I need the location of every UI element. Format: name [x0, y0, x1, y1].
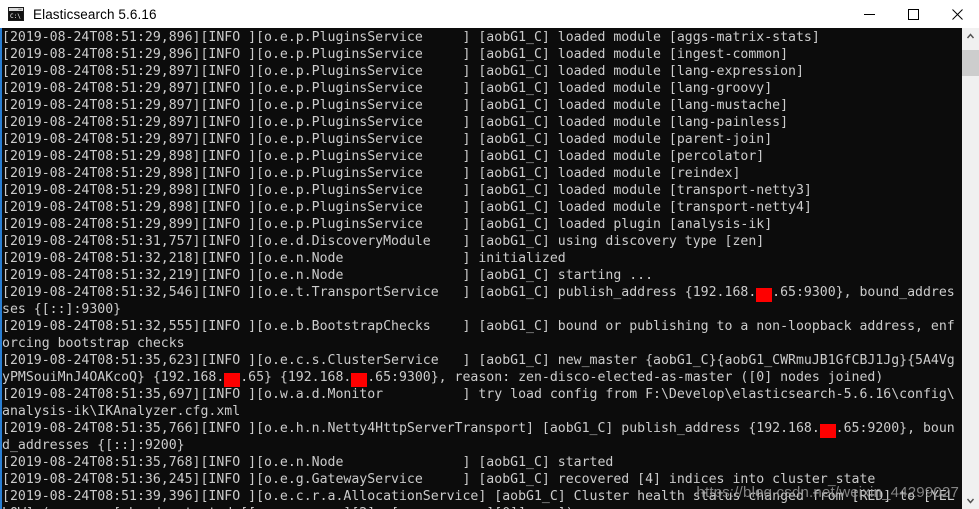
terminal-line: [2019-08-24T08:51:32,218][INFO ][o.e.n.N… [2, 250, 962, 267]
terminal-line: [2019-08-24T08:51:29,896][INFO ][o.e.p.P… [2, 29, 962, 46]
terminal-line: LOW] (reason: [shards started [[ ][2], [… [2, 505, 962, 509]
terminal-text: [2019-08-24T08:51:35,768][INFO ][o.e.n.N… [2, 455, 614, 470]
scrollbar-thumb[interactable] [962, 50, 979, 76]
titlebar-left-group: C:\ Elasticsearch 5.6.16 [0, 6, 847, 22]
terminal-text: [2019-08-24T08:51:35,766][INFO ][o.e.h.n… [2, 421, 820, 436]
terminal-line: [2019-08-24T08:51:29,897][INFO ][o.e.p.P… [2, 63, 962, 80]
close-icon [951, 8, 963, 20]
terminal-line: [2019-08-24T08:51:29,899][INFO ][o.e.p.P… [2, 216, 962, 233]
maximize-button[interactable] [891, 0, 935, 28]
terminal-line: [2019-08-24T08:51:31,757][INFO ][o.e.d.D… [2, 233, 962, 250]
terminal-line: [2019-08-24T08:51:29,896][INFO ][o.e.p.P… [2, 46, 962, 63]
terminal-text: [2019-08-24T08:51:32,219][INFO ][o.e.n.N… [2, 268, 654, 283]
terminal-line: [2019-08-24T08:51:35,697][INFO ][o.w.a.d… [2, 386, 962, 403]
terminal-line: analysis-ik\IKAnalyzer.cfg.xml [2, 403, 962, 420]
terminal-text: [2019-08-24T08:51:29,898][INFO ][o.e.p.P… [2, 149, 765, 164]
terminal-text: [2019-08-24T08:51:29,897][INFO ][o.e.p.P… [2, 132, 773, 147]
terminal-line: [2019-08-24T08:51:29,898][INFO ][o.e.p.P… [2, 182, 962, 199]
scrollbar-track[interactable] [962, 45, 979, 492]
terminal-line: ses {[::]:9300} [2, 301, 962, 318]
scroll-down-arrow-icon[interactable] [962, 492, 979, 509]
terminal-text: orcing bootstrap checks [2, 336, 185, 351]
console-body[interactable]: [2019-08-24T08:51:29,896][INFO ][o.e.p.P… [0, 28, 979, 509]
redaction-block [351, 373, 368, 387]
terminal-text: analysis-ik\IKAnalyzer.cfg.xml [2, 404, 241, 419]
terminal-text: .65:9300}, reason: zen-disco-elected-as-… [367, 370, 884, 385]
terminal-text: [2019-08-24T08:51:35,697][INFO ][o.w.a.d… [2, 387, 955, 402]
scroll-up-arrow-icon[interactable] [962, 28, 979, 45]
terminal-text: [2019-08-24T08:51:31,757][INFO ][o.e.d.D… [2, 234, 765, 249]
terminal-text: [2019-08-24T08:51:29,898][INFO ][o.e.p.P… [2, 166, 741, 181]
terminal-text: [2019-08-24T08:51:32,218][INFO ][o.e.n.N… [2, 251, 566, 266]
terminal-line: [2019-08-24T08:51:35,766][INFO ][o.e.h.n… [2, 420, 962, 438]
redaction-block [756, 288, 773, 302]
console-focus-edge [0, 28, 2, 509]
terminal-line: orcing bootstrap checks [2, 335, 962, 352]
terminal-text: .65} {192.168. [240, 370, 352, 385]
titlebar[interactable]: C:\ Elasticsearch 5.6.16 [0, 0, 979, 28]
terminal-text: [2019-08-24T08:51:29,899][INFO ][o.e.p.P… [2, 217, 773, 232]
terminal-line: yPMSouiMnJ4OAKcoQ} {192.168. .65} {192.1… [2, 369, 962, 387]
terminal-text: [2019-08-24T08:51:29,897][INFO ][o.e.p.P… [2, 64, 804, 79]
terminal-text: .65:9300}, bound_addres [772, 285, 955, 300]
minimize-icon [863, 13, 875, 15]
terminal-text: [2019-08-24T08:51:29,897][INFO ][o.e.p.P… [2, 98, 789, 113]
redaction-block [224, 373, 241, 387]
terminal-line: [2019-08-24T08:51:29,897][INFO ][o.e.p.P… [2, 114, 962, 131]
close-button[interactable] [935, 0, 979, 28]
terminal-text: [2019-08-24T08:51:35,623][INFO ][o.e.c.s… [2, 353, 955, 368]
terminal-text: [2019-08-24T08:51:29,896][INFO ][o.e.p.P… [2, 47, 789, 62]
terminal-line: [2019-08-24T08:51:29,897][INFO ][o.e.p.P… [2, 97, 962, 114]
terminal-line: [2019-08-24T08:51:29,898][INFO ][o.e.p.P… [2, 165, 962, 182]
terminal-text: [2019-08-24T08:51:29,896][INFO ][o.e.p.P… [2, 30, 820, 45]
window-title: Elasticsearch 5.6.16 [33, 6, 157, 22]
terminal-line: [2019-08-24T08:51:35,768][INFO ][o.e.n.N… [2, 454, 962, 471]
vertical-scrollbar[interactable] [962, 28, 979, 509]
console-window-icon: C:\ [8, 6, 24, 22]
watermark-url: https://blog.csdn.net/weixin_44299027 [696, 484, 959, 501]
terminal-line: [2019-08-24T08:51:29,897][INFO ][o.e.p.P… [2, 80, 962, 97]
terminal-text: [2019-08-24T08:51:32,555][INFO ][o.e.b.B… [2, 319, 955, 334]
terminal-line: [2019-08-24T08:51:29,897][INFO ][o.e.p.P… [2, 131, 962, 148]
terminal-line: [2019-08-24T08:51:29,898][INFO ][o.e.p.P… [2, 199, 962, 216]
elasticsearch-console-window: C:\ Elasticsearch 5.6.16 [2019-08-24T08:… [0, 0, 979, 509]
terminal-text: [2019-08-24T08:51:29,897][INFO ][o.e.p.P… [2, 115, 789, 130]
svg-text:C:\: C:\ [10, 13, 21, 20]
terminal-line: d_addresses {[::]:9200} [2, 437, 962, 454]
terminal-line: [2019-08-24T08:51:32,219][INFO ][o.e.n.N… [2, 267, 962, 284]
terminal-text: [2019-08-24T08:51:29,897][INFO ][o.e.p.P… [2, 81, 773, 96]
terminal-text: d_addresses {[::]:9200} [2, 438, 185, 453]
terminal-text: yPMSouiMnJ4OAKcoQ} {192.168. [2, 370, 225, 385]
terminal-text: .65:9200}, boun [835, 421, 955, 436]
window-controls [847, 0, 979, 28]
terminal-text: [2019-08-24T08:51:29,898][INFO ][o.e.p.P… [2, 200, 812, 215]
redaction-block [819, 424, 836, 438]
terminal-text: [2019-08-24T08:51:29,898][INFO ][o.e.p.P… [2, 183, 812, 198]
minimize-button[interactable] [847, 0, 891, 28]
terminal-output[interactable]: [2019-08-24T08:51:29,896][INFO ][o.e.p.P… [2, 28, 962, 509]
terminal-line: [2019-08-24T08:51:32,555][INFO ][o.e.b.B… [2, 318, 962, 335]
terminal-text: ses {[::]:9300} [2, 302, 122, 317]
terminal-line: [2019-08-24T08:51:32,546][INFO ][o.e.t.T… [2, 284, 962, 302]
terminal-line: [2019-08-24T08:51:29,898][INFO ][o.e.p.P… [2, 148, 962, 165]
terminal-line: [2019-08-24T08:51:35,623][INFO ][o.e.c.s… [2, 352, 962, 369]
maximize-icon [907, 8, 919, 20]
terminal-text: [2019-08-24T08:51:32,546][INFO ][o.e.t.T… [2, 285, 757, 300]
